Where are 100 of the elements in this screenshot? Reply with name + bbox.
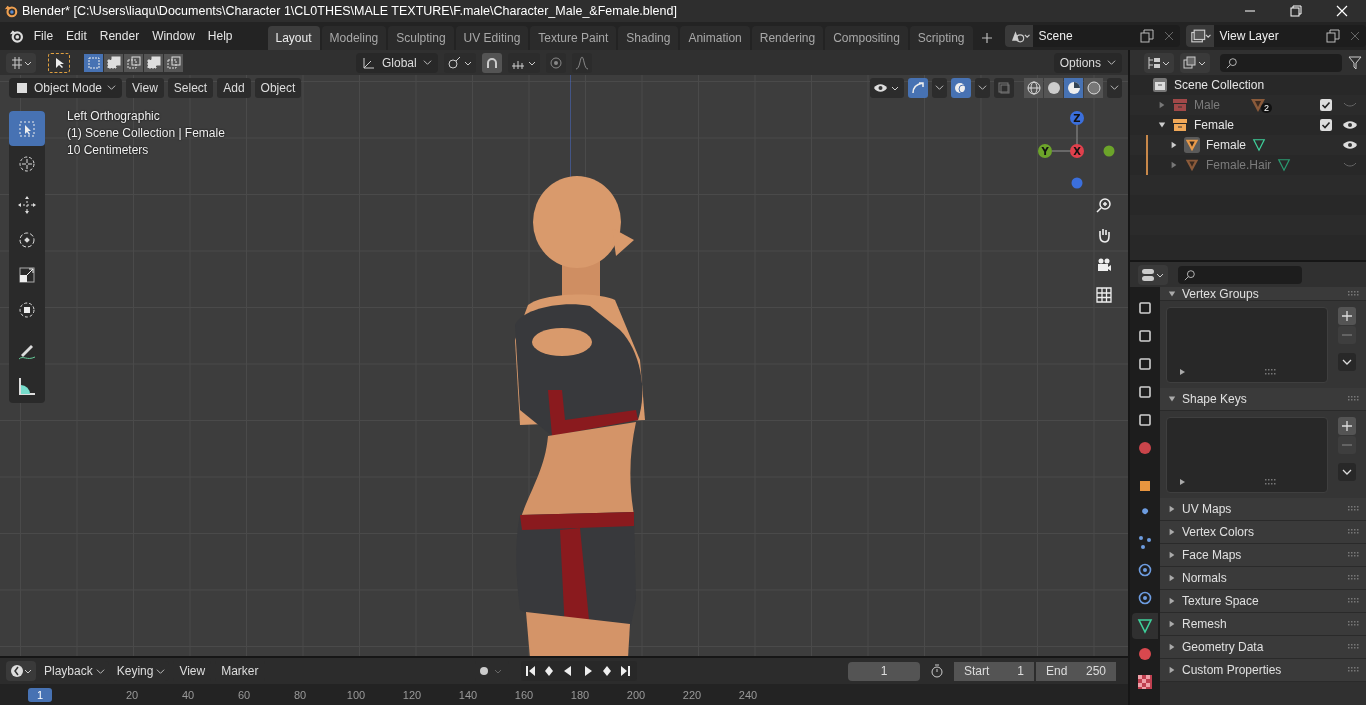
panel-header[interactable]: Remesh bbox=[1160, 613, 1366, 636]
end-frame-field[interactable]: End 250 bbox=[1036, 661, 1116, 681]
filter-icon[interactable] bbox=[1348, 55, 1362, 70]
viewport-menu-item[interactable]: View bbox=[126, 77, 164, 98]
select-mode-button[interactable] bbox=[84, 53, 103, 72]
expand-arrow-icon[interactable] bbox=[1170, 141, 1178, 149]
select-tool-button[interactable] bbox=[48, 52, 70, 73]
panel-header[interactable]: Face Maps bbox=[1160, 544, 1366, 567]
workspace-tab[interactable]: Texture Paint bbox=[530, 26, 617, 50]
workspace-tab[interactable]: Modeling bbox=[321, 26, 387, 50]
zoom-icon[interactable] bbox=[1096, 197, 1112, 213]
workspace-tab[interactable]: Scripting bbox=[909, 26, 973, 50]
gizmo-toggle[interactable] bbox=[908, 77, 928, 98]
workspace-tab[interactable]: Animation bbox=[680, 26, 750, 50]
menu-item[interactable]: File bbox=[33, 26, 62, 46]
maximize-icon[interactable] bbox=[1290, 5, 1302, 17]
search-field[interactable] bbox=[1178, 265, 1302, 284]
search-field[interactable] bbox=[1220, 53, 1342, 72]
panel-header[interactable]: Geometry Data bbox=[1160, 636, 1366, 659]
panel-header[interactable]: Vertex Groups bbox=[1160, 287, 1366, 301]
expand-arrow-icon[interactable] bbox=[1158, 121, 1166, 129]
visibility-dropdown[interactable] bbox=[870, 77, 904, 98]
eye-icon[interactable] bbox=[1342, 120, 1358, 130]
copy-icon[interactable] bbox=[1139, 29, 1154, 43]
workspace-tab[interactable]: Compositing bbox=[825, 26, 908, 50]
falloff-button[interactable] bbox=[571, 52, 592, 73]
orientation-dropdown[interactable]: Global bbox=[355, 52, 438, 73]
specials-button[interactable] bbox=[1338, 353, 1356, 371]
outliner-item[interactable]: Female bbox=[1206, 138, 1246, 152]
display-mode-button[interactable] bbox=[1144, 52, 1174, 73]
options-dropdown[interactable]: Options bbox=[1053, 52, 1122, 73]
outliner-item[interactable]: Female.Hair bbox=[1206, 158, 1272, 172]
proportional-editing-button[interactable] bbox=[545, 52, 566, 73]
playback-controls-icon[interactable] bbox=[521, 661, 638, 681]
transform-icon bbox=[17, 299, 37, 320]
outliner-item[interactable]: Female bbox=[1194, 118, 1234, 132]
eye-icon[interactable] bbox=[1342, 140, 1358, 150]
stopwatch-icon[interactable] bbox=[930, 664, 944, 678]
panel-header[interactable]: UV Maps bbox=[1160, 498, 1366, 521]
select-mode-button[interactable] bbox=[144, 53, 163, 72]
shading-button[interactable] bbox=[1024, 77, 1043, 98]
snap-target-button[interactable] bbox=[507, 52, 540, 73]
start-frame-field[interactable]: Start 1 bbox=[954, 661, 1034, 681]
axis-handle[interactable] bbox=[1071, 177, 1083, 189]
viewport-menu-item[interactable]: Select bbox=[167, 77, 214, 98]
overlapping-circles-icon bbox=[954, 80, 968, 95]
copy-icon[interactable] bbox=[1326, 29, 1340, 43]
pivot-point-button[interactable] bbox=[443, 52, 476, 73]
panel-header[interactable]: Custom Properties bbox=[1160, 659, 1366, 682]
grid-icon[interactable] bbox=[1096, 287, 1112, 303]
current-frame-field[interactable]: 1 bbox=[848, 661, 920, 681]
workspace-tab[interactable]: UV Editing bbox=[455, 26, 529, 50]
view-layer-filter-button[interactable] bbox=[1180, 52, 1210, 73]
add-workspace-icon[interactable] bbox=[980, 32, 993, 44]
select-mode-button[interactable] bbox=[104, 53, 123, 72]
eye-closed-icon[interactable] bbox=[1342, 160, 1358, 170]
x-axis-handle[interactable]: X bbox=[1070, 144, 1084, 158]
menu-item[interactable]: Edit bbox=[66, 26, 95, 46]
shading-button[interactable] bbox=[1064, 77, 1083, 98]
properties-tab[interactable] bbox=[1132, 613, 1158, 639]
workspace-tab[interactable]: Rendering bbox=[751, 26, 824, 50]
menu-item[interactable]: Help bbox=[207, 26, 241, 46]
editor-type-button[interactable] bbox=[6, 52, 36, 73]
scene-selector-button[interactable] bbox=[1004, 25, 1033, 47]
y-axis-handle[interactable]: Y bbox=[1038, 144, 1052, 158]
add-button[interactable] bbox=[1338, 417, 1356, 435]
menu-item[interactable]: Window bbox=[152, 26, 203, 46]
panel-header[interactable]: Vertex Colors bbox=[1160, 521, 1366, 544]
z-axis-handle[interactable]: Z bbox=[1070, 111, 1084, 125]
hand-icon[interactable] bbox=[1096, 227, 1112, 243]
axis-handle[interactable] bbox=[1103, 145, 1115, 157]
select-mode-button[interactable] bbox=[124, 53, 143, 72]
select-mode-button[interactable] bbox=[164, 53, 183, 72]
snap-button[interactable] bbox=[481, 52, 502, 73]
playhead[interactable]: 1 bbox=[28, 687, 52, 702]
viewport-menu-item[interactable]: Object bbox=[254, 77, 302, 98]
panel-header[interactable]: Shape Keys bbox=[1160, 388, 1366, 411]
outliner-item[interactable]: Scene Collection bbox=[1174, 78, 1265, 92]
shading-button[interactable] bbox=[1084, 77, 1103, 98]
grip-icon bbox=[1348, 667, 1360, 673]
view-layer-selector-button[interactable] bbox=[1185, 25, 1214, 47]
workspace-tab[interactable]: Sculpting bbox=[388, 26, 454, 50]
checkbox-checked-icon[interactable] bbox=[1320, 99, 1332, 111]
panel-header[interactable]: Normals bbox=[1160, 567, 1366, 590]
add-button[interactable] bbox=[1338, 307, 1356, 325]
camera-icon[interactable] bbox=[1096, 257, 1112, 273]
menu-item[interactable]: Render bbox=[99, 26, 148, 46]
checkbox-checked-icon[interactable] bbox=[1320, 119, 1332, 131]
workspace-tab[interactable]: Layout bbox=[267, 26, 320, 50]
specials-button[interactable] bbox=[1338, 463, 1356, 481]
editor-type-button[interactable] bbox=[1138, 264, 1168, 285]
workspace-tab[interactable]: Shading bbox=[618, 26, 679, 50]
viewport-menu-item[interactable]: Add bbox=[217, 77, 251, 98]
blender-logo-icon[interactable] bbox=[9, 28, 24, 44]
shading-button[interactable] bbox=[1044, 77, 1063, 98]
overlay-toggle[interactable] bbox=[951, 77, 971, 98]
xray-toggle[interactable] bbox=[994, 77, 1014, 98]
panel-header[interactable]: Texture Space bbox=[1160, 590, 1366, 613]
mode-dropdown[interactable]: Object Mode bbox=[9, 77, 123, 98]
editor-type-button[interactable] bbox=[6, 661, 36, 681]
